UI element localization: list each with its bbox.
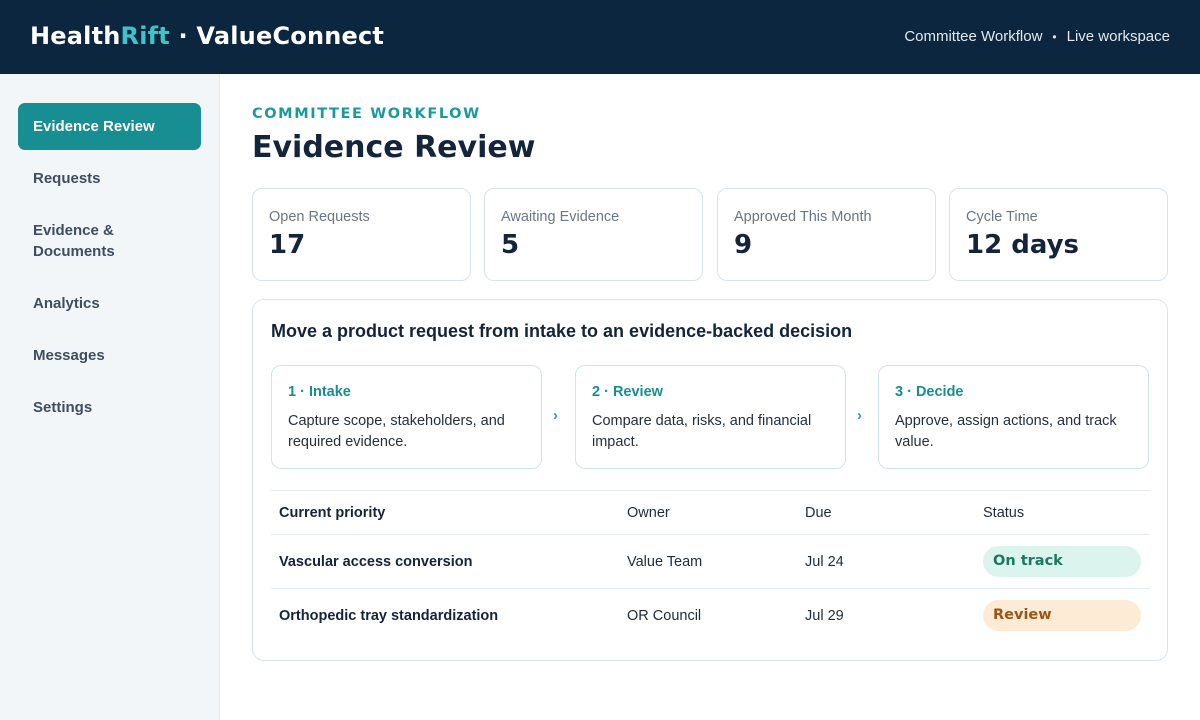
sidebar-item-requests[interactable]: Requests xyxy=(18,168,201,189)
sidebar-item-settings[interactable]: Settings xyxy=(18,397,201,418)
stat-card-awaiting-evidence: Awaiting Evidence 5 xyxy=(484,188,703,281)
nav-live-workspace[interactable]: Live workspace xyxy=(1067,28,1170,45)
step-card-intake[interactable]: 1 · Intake Capture scope, stakeholders, … xyxy=(271,365,542,469)
table-row[interactable]: Orthopedic tray standardization OR Counc… xyxy=(271,588,1150,642)
step-card-review[interactable]: 2 · Review Compare data, risks, and fina… xyxy=(575,365,846,469)
chevron-right-icon: › xyxy=(553,407,558,424)
stat-card-open-requests: Open Requests 17 xyxy=(252,188,471,281)
table-row[interactable]: Vascular access conversion Value Team Ju… xyxy=(271,534,1150,588)
sidebar-item-messages[interactable]: Messages xyxy=(18,345,201,366)
workflow-panel: Move a product request from intake to an… xyxy=(252,299,1168,661)
stat-label: Approved This Month xyxy=(734,209,872,225)
stat-card-cycle-time: Cycle Time 12 days xyxy=(949,188,1168,281)
row-due: Jul 24 xyxy=(805,554,844,570)
top-bar: HealthRift · ValueConnect Committee Work… xyxy=(0,0,1200,74)
step-description: Approve, assign actions, and track value… xyxy=(895,413,1117,450)
brand-name-accent: Rift xyxy=(120,22,170,50)
step-description: Capture scope, stakeholders, and require… xyxy=(288,413,505,450)
column-header-priority[interactable]: Current priority xyxy=(279,505,385,521)
stat-value: 12 days xyxy=(966,230,1080,260)
row-priority[interactable]: Vascular access conversion xyxy=(279,554,472,570)
column-header-owner[interactable]: Owner xyxy=(627,505,670,521)
panel-title: Move a product request from intake to an… xyxy=(271,321,853,341)
stat-label: Open Requests xyxy=(269,209,370,225)
stat-label: Awaiting Evidence xyxy=(501,209,620,225)
brand-product-name: · ValueConnect xyxy=(169,22,385,50)
sidebar-item-evidence-documents[interactable]: Evidence & Documents xyxy=(18,220,158,262)
row-priority[interactable]: Orthopedic tray standardization xyxy=(279,608,498,624)
step-description: Compare data, risks, and financial impac… xyxy=(592,413,812,450)
status-badge: Review xyxy=(983,600,1141,631)
stat-value: 9 xyxy=(734,230,753,260)
page-title: Evidence Review xyxy=(252,130,536,165)
column-header-status[interactable]: Status xyxy=(983,505,1024,521)
chevron-right-icon: › xyxy=(857,407,862,424)
row-owner: OR Council xyxy=(627,608,702,624)
section-eyebrow: COMMITTEE WORKFLOW xyxy=(252,106,481,122)
stat-card-approved-this-month: Approved This Month 9 xyxy=(717,188,936,281)
stat-value: 17 xyxy=(269,230,306,260)
row-owner: Value Team xyxy=(627,554,703,570)
app-logo[interactable]: HealthRift · ValueConnect xyxy=(30,22,384,50)
top-nav: Committee Workflow • Live workspace xyxy=(904,28,1170,45)
step-title: 2 · Review xyxy=(592,384,663,400)
status-badge: On track xyxy=(983,546,1141,577)
step-card-decide[interactable]: 3 · Decide Approve, assign actions, and … xyxy=(878,365,1149,469)
sidebar-item-evidence-review[interactable]: Evidence Review xyxy=(18,103,201,150)
stat-value: 5 xyxy=(501,230,520,260)
step-title: 3 · Decide xyxy=(895,384,964,400)
stat-label: Cycle Time xyxy=(966,209,1038,225)
step-title: 1 · Intake xyxy=(288,384,351,400)
column-header-due[interactable]: Due xyxy=(805,505,832,521)
row-due: Jul 29 xyxy=(805,608,844,624)
nav-committee-workflow[interactable]: Committee Workflow xyxy=(904,28,1042,45)
brand-name-part1: Health xyxy=(30,22,121,50)
sidebar-item-analytics[interactable]: Analytics xyxy=(18,293,201,314)
table-header-row: Current priority Owner Due Status xyxy=(271,490,1150,535)
sidebar: Evidence Review Requests Evidence & Docu… xyxy=(0,74,220,720)
nav-separator-dot: • xyxy=(1052,30,1057,44)
